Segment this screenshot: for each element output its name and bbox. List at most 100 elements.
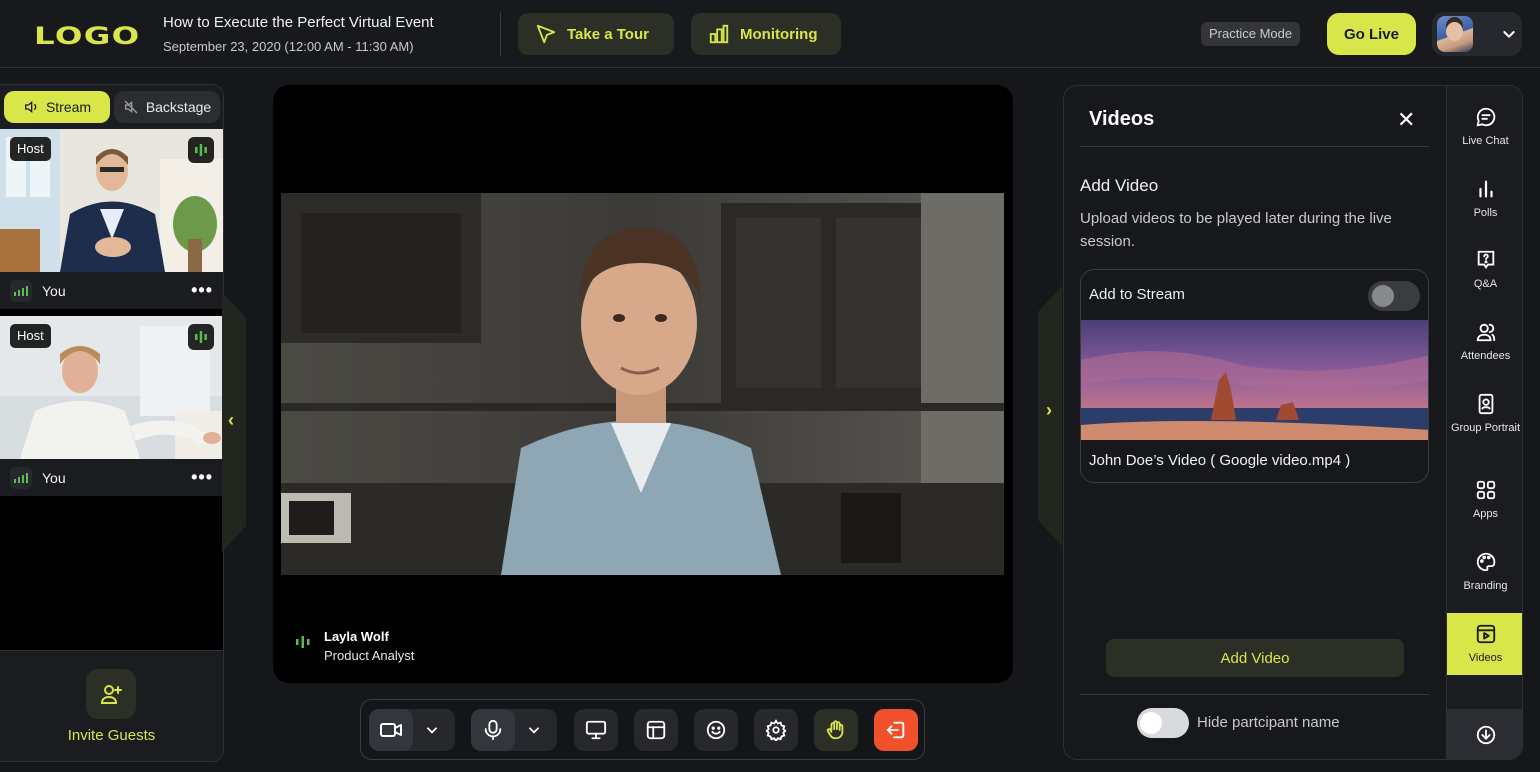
chevron-down-icon[interactable] xyxy=(1501,26,1517,42)
tab-stream-label: Stream xyxy=(45,99,92,115)
take-a-tour-label: Take a Tour xyxy=(567,25,649,43)
download-button[interactable] xyxy=(1447,709,1522,759)
chevron-left-icon: ‹ xyxy=(228,410,234,430)
participants-panel: Stream Backstage Host You ••• Host You •… xyxy=(0,84,224,762)
user-menu[interactable] xyxy=(1432,12,1522,56)
signal-strength-icon xyxy=(10,466,32,489)
logo: LOGO xyxy=(34,22,141,50)
microphone-control xyxy=(471,709,557,751)
sidebar-item-label: Polls xyxy=(1473,207,1498,219)
sidebar-item-live-chat[interactable]: Live Chat xyxy=(1447,106,1522,149)
speaker-role: Product Analyst xyxy=(324,648,415,663)
speaker-audio-icon xyxy=(295,635,311,649)
header-divider xyxy=(500,12,501,56)
video-filename: John Doe’s Video ( Google video.mp4 ) xyxy=(1089,452,1351,469)
tab-backstage-label: Backstage xyxy=(145,99,212,115)
reactions-button[interactable] xyxy=(694,709,738,751)
camera-control xyxy=(369,709,455,751)
more-options-icon[interactable]: ••• xyxy=(191,467,213,488)
signal-strength-icon xyxy=(10,279,32,302)
sidebar-item-label: Videos xyxy=(1468,652,1503,664)
camera-options-dropdown[interactable] xyxy=(413,723,451,737)
sidebar-item-label: Attendees xyxy=(1460,350,1511,362)
take-a-tour-button[interactable]: Take a Tour xyxy=(518,13,674,55)
sidebar-item-label: Group Portrait xyxy=(1450,422,1521,434)
sidebar-item-label: Live Chat xyxy=(1462,135,1509,147)
apps-icon xyxy=(1475,479,1497,501)
microphone-button[interactable] xyxy=(471,709,515,751)
tab-backstage[interactable]: Backstage xyxy=(114,91,220,123)
add-to-stream-label: Add to Stream xyxy=(1089,286,1185,303)
add-to-stream-toggle[interactable] xyxy=(1368,281,1420,311)
sidebar-item-videos[interactable]: Videos xyxy=(1447,613,1522,675)
speaker-icon xyxy=(23,99,39,115)
sidebar-item-qa[interactable]: Q&A xyxy=(1447,249,1522,292)
invite-guests-label: Invite Guests xyxy=(67,727,156,744)
participant-name: You xyxy=(42,469,66,486)
question-icon xyxy=(1475,249,1497,271)
hand-icon xyxy=(825,719,847,741)
stream-tabs: Stream Backstage xyxy=(0,85,223,129)
gear-icon xyxy=(765,719,787,741)
more-options-icon[interactable]: ••• xyxy=(191,280,213,301)
smile-icon xyxy=(705,719,727,741)
tab-stream[interactable]: Stream xyxy=(4,91,110,123)
go-live-button[interactable]: Go Live xyxy=(1327,13,1416,55)
sidebar-item-apps[interactable]: Apps xyxy=(1447,479,1522,522)
add-video-heading: Add Video xyxy=(1080,176,1159,195)
collapse-right-panel-handle[interactable]: › xyxy=(1038,286,1062,546)
video-thumbnail xyxy=(1081,320,1428,440)
monitoring-button[interactable]: Monitoring xyxy=(691,13,841,55)
participant-name: You xyxy=(42,282,66,299)
sidebar-item-group-portrait[interactable]: Group Portrait xyxy=(1447,393,1522,436)
close-icon[interactable]: ✕ xyxy=(1397,109,1415,131)
host-badge: Host xyxy=(10,137,51,161)
sidebar-item-polls[interactable]: Polls xyxy=(1447,178,1522,221)
speaker-name: Layla Wolf xyxy=(324,629,389,644)
portrait-icon xyxy=(1475,393,1497,415)
sidebar-item-attendees[interactable]: Attendees xyxy=(1447,321,1522,364)
collapse-left-panel-handle[interactable]: ‹ xyxy=(222,292,246,552)
participant-tile[interactable]: Host You ••• xyxy=(0,129,223,309)
hide-participant-name-label: Hide partcipant name xyxy=(1197,714,1340,731)
chat-icon xyxy=(1475,106,1497,128)
camera-button[interactable] xyxy=(369,709,413,751)
exit-icon xyxy=(885,719,907,741)
add-video-button[interactable]: Add Video xyxy=(1106,639,1404,677)
video-camera-icon xyxy=(379,718,403,742)
sidebar-item-branding[interactable]: Branding xyxy=(1447,551,1522,594)
microphone-icon xyxy=(482,719,504,741)
poll-icon xyxy=(1475,178,1497,200)
sidebar-nav: Live Chat Polls Q&A Attendees Group Port… xyxy=(1446,86,1522,759)
main-stage: Layla Wolf Product Analyst xyxy=(273,85,1013,683)
audio-level-icon xyxy=(188,324,214,350)
event-date: September 23, 2020 (12:00 AM - 11:30 AM) xyxy=(163,39,414,54)
video-card[interactable]: Add to Stream John Doe’s Video ( Google … xyxy=(1080,269,1429,483)
invite-guests-button[interactable]: Invite Guests xyxy=(0,650,223,761)
microphone-options-dropdown[interactable] xyxy=(515,723,553,737)
control-bar xyxy=(360,699,925,760)
add-video-description: Upload videos to be played later during … xyxy=(1080,210,1392,250)
participant-bar: You ••• xyxy=(0,272,223,309)
practice-mode-badge[interactable]: Practice Mode xyxy=(1201,22,1301,46)
flag-icon xyxy=(535,23,557,45)
settings-button[interactable] xyxy=(754,709,798,751)
screen-share-button[interactable] xyxy=(574,709,618,751)
avatar xyxy=(1437,16,1473,52)
hide-participant-name-toggle[interactable] xyxy=(1137,708,1189,738)
monitor-icon xyxy=(585,719,607,741)
participant-tile[interactable]: Host You ••• xyxy=(0,316,223,496)
sidebar-item-label: Branding xyxy=(1463,580,1508,592)
layout-icon xyxy=(645,719,667,741)
videos-panel: Videos ✕ Add Video Upload videos to be p… xyxy=(1063,85,1523,760)
layout-button[interactable] xyxy=(634,709,678,751)
chevron-right-icon: › xyxy=(1046,400,1052,420)
event-title: How to Execute the Perfect Virtual Event xyxy=(163,14,434,31)
top-header: LOGO How to Execute the Perfect Virtual … xyxy=(0,0,1540,68)
panel-title: Videos xyxy=(1089,108,1155,130)
raise-hand-button[interactable] xyxy=(814,709,858,751)
video-play-icon xyxy=(1475,623,1497,645)
bar-chart-icon xyxy=(708,23,730,45)
leave-button[interactable] xyxy=(874,709,918,751)
audio-level-icon xyxy=(188,137,214,163)
